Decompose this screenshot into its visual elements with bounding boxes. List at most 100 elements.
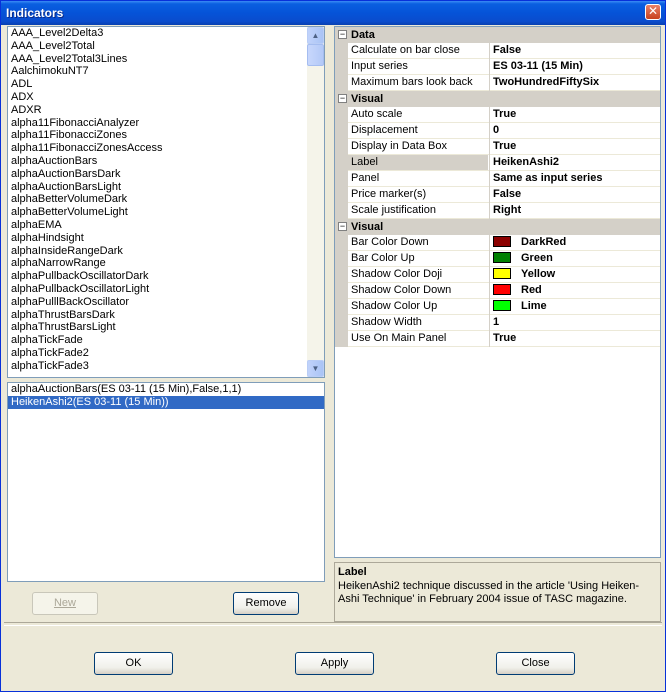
list-item[interactable]: ADXR [8, 104, 307, 117]
list-item[interactable]: alphaThrustBarsLight [8, 321, 307, 334]
scroll-thumb[interactable] [307, 44, 324, 66]
property-row[interactable]: Use On Main Panel True [335, 331, 660, 347]
collapse-icon[interactable]: − [338, 222, 347, 231]
close-button[interactable]: Close [496, 652, 575, 675]
property-value[interactable]: False [493, 187, 521, 202]
property-value[interactable]: False [493, 43, 521, 58]
property-value[interactable]: TwoHundredFiftySix [493, 75, 599, 90]
collapse-icon[interactable]: − [338, 30, 347, 39]
property-row[interactable]: Auto scale True [335, 107, 660, 123]
property-value[interactable]: Green [493, 251, 553, 266]
remove-button[interactable]: Remove [233, 592, 299, 615]
column-divider[interactable] [489, 123, 490, 139]
list-item[interactable]: AAA_Level2Total [8, 40, 307, 53]
column-divider[interactable] [489, 59, 490, 75]
property-value[interactable]: 0 [493, 123, 499, 138]
scroll-up-icon[interactable]: ▲ [307, 27, 324, 44]
column-divider[interactable] [489, 299, 490, 315]
ok-button[interactable]: OK [94, 652, 173, 675]
column-divider[interactable] [489, 283, 490, 299]
property-value[interactable]: Lime [493, 299, 547, 314]
applied-indicator-item[interactable]: HeikenAshi2(ES 03-11 (15 Min)) [8, 396, 324, 409]
list-item[interactable]: alphaPulllBackOscillator [8, 296, 307, 309]
property-row[interactable]: Bar Color Up Green [335, 251, 660, 267]
list-item[interactable]: alphaTickFade2 [8, 347, 307, 360]
list-item[interactable]: alphaPullbackOscillatorDark [8, 270, 307, 283]
column-divider[interactable] [489, 331, 490, 347]
list-item[interactable]: AalchimokuNT7 [8, 65, 307, 78]
property-value[interactable]: Right [493, 203, 521, 218]
collapse-icon[interactable]: − [338, 94, 347, 103]
list-item[interactable]: ADL [8, 78, 307, 91]
column-divider[interactable] [489, 75, 490, 91]
list-item[interactable]: alphaNarrowRange [8, 257, 307, 270]
property-value[interactable]: DarkRed [493, 235, 566, 250]
column-divider[interactable] [489, 251, 490, 267]
indicator-list-scrollbar[interactable]: ▲ ▼ [307, 27, 324, 377]
column-divider[interactable] [489, 187, 490, 203]
list-item[interactable]: alphaPullbackOscillatorLight [8, 283, 307, 296]
close-icon[interactable]: ✕ [645, 4, 661, 20]
list-item[interactable]: alpha11FibonacciZones [8, 129, 307, 142]
property-row[interactable]: Scale justification Right [335, 203, 660, 219]
property-row[interactable]: Bar Color Down DarkRed [335, 235, 660, 251]
property-category[interactable]: − Visual [335, 91, 660, 107]
column-divider[interactable] [489, 315, 490, 331]
property-row[interactable]: Shadow Width 1 [335, 315, 660, 331]
column-divider[interactable] [489, 267, 490, 283]
list-item[interactable]: alphaAuctionBarsLight [8, 181, 307, 194]
column-divider[interactable] [489, 107, 490, 123]
indicator-list[interactable]: AAA_Level2Delta3 AAA_Level2Total AAA_Level… [7, 26, 325, 378]
property-value[interactable]: ES 03-11 (15 Min) [493, 59, 583, 74]
property-value[interactable]: True [493, 331, 516, 346]
column-divider[interactable] [489, 43, 490, 59]
applied-indicator-item[interactable]: alphaAuctionBars(ES 03-11 (15 Min),False… [8, 383, 324, 396]
property-row[interactable]: Price marker(s) False [335, 187, 660, 203]
list-item[interactable]: alphaAuctionBarsDark [8, 168, 307, 181]
list-item[interactable]: alphaBetterVolumeDark [8, 193, 307, 206]
list-item[interactable]: alphaEMA [8, 219, 307, 232]
list-item[interactable]: alphaTickFade3 [8, 360, 307, 373]
list-item[interactable]: alphaTickFade [8, 334, 307, 347]
apply-button[interactable]: Apply [295, 652, 374, 675]
column-divider[interactable] [489, 155, 490, 171]
new-button[interactable]: New [32, 592, 98, 615]
list-item[interactable]: AAA_Level2Total3Lines [8, 53, 307, 66]
property-row[interactable]: Label HeikenAshi2 [335, 155, 660, 171]
property-row[interactable]: Calculate on bar close False [335, 43, 660, 59]
property-value[interactable]: True [493, 107, 516, 122]
property-value[interactable]: Red [493, 283, 542, 298]
property-value[interactable]: True [493, 139, 516, 154]
list-item[interactable]: ADX [8, 91, 307, 104]
property-row[interactable]: Shadow Color Up Lime [335, 299, 660, 315]
property-row[interactable]: Panel Same as input series [335, 171, 660, 187]
column-divider[interactable] [489, 235, 490, 251]
property-category[interactable]: − Visual [335, 219, 660, 235]
property-row[interactable]: Input series ES 03-11 (15 Min) [335, 59, 660, 75]
property-value[interactable]: Yellow [493, 267, 555, 282]
property-row[interactable]: Displacement 0 [335, 123, 660, 139]
scroll-down-icon[interactable]: ▼ [307, 360, 324, 377]
column-divider[interactable] [489, 171, 490, 187]
list-item[interactable]: alphaInsideRangeDark [8, 245, 307, 258]
property-category[interactable]: − Data [335, 27, 660, 43]
property-row[interactable]: Display in Data Box True [335, 139, 660, 155]
property-value[interactable]: 1 [493, 315, 499, 330]
property-value[interactable]: HeikenAshi2 [493, 155, 559, 170]
property-value[interactable]: Same as input series [493, 171, 602, 186]
title-bar[interactable]: Indicators ✕ [1, 1, 665, 25]
column-divider[interactable] [489, 139, 490, 155]
column-divider[interactable] [489, 203, 490, 219]
applied-indicators-list[interactable]: alphaAuctionBars(ES 03-11 (15 Min),False… [7, 382, 325, 582]
property-row[interactable]: Shadow Color Doji Yellow [335, 267, 660, 283]
list-item[interactable]: alphaAuctionBars [8, 155, 307, 168]
list-item[interactable]: alphaHindsight [8, 232, 307, 245]
list-item[interactable]: alphaThrustBarsDark [8, 309, 307, 322]
list-item[interactable]: AAA_Level2Delta3 [8, 27, 307, 40]
list-item[interactable]: alpha11FibonacciZonesAccess [8, 142, 307, 155]
property-grid[interactable]: − Data Calculate on bar close False Input se… [334, 26, 661, 558]
property-row[interactable]: Maximum bars look back TwoHundredFiftySix [335, 75, 660, 91]
property-row[interactable]: Shadow Color Down Red [335, 283, 660, 299]
list-item[interactable]: alphaBetterVolumeLight [8, 206, 307, 219]
list-item[interactable]: alpha11FibonacciAnalyzer [8, 117, 307, 130]
